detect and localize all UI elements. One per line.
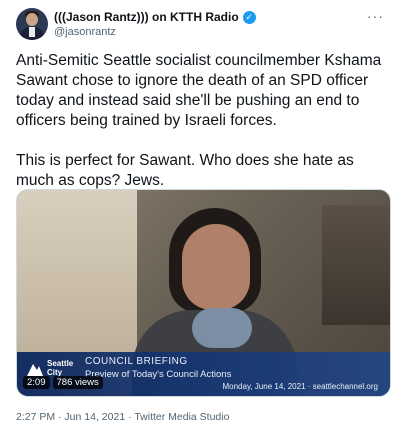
video-person-face: [182, 224, 250, 310]
meta-separator: ·: [125, 411, 135, 423]
avatar-head: [26, 13, 38, 26]
lower-third-banner: Seattle City COUNCIL BRIEFING Preview of…: [17, 352, 390, 396]
lower-third-date: Monday, June 14, 2021 · seattlechannel.o…: [222, 382, 378, 391]
verified-badge-icon: ✓: [242, 10, 256, 24]
display-name[interactable]: (((Jason Rantz))) on KTTH Radio: [54, 10, 239, 24]
avatar-shirt: [29, 27, 35, 37]
more-dots-icon[interactable]: ···: [367, 8, 384, 24]
user-handle[interactable]: @jasonrantz: [54, 26, 116, 38]
video-badges: 2:09 786 views: [23, 376, 103, 389]
video-views: 786 views: [52, 376, 103, 389]
tweet-text: Anti-Semitic Seattle socialist councilme…: [16, 52, 382, 189]
video-person-scarf: [192, 308, 252, 348]
avatar[interactable]: [16, 8, 48, 40]
tweet-source[interactable]: Twitter Media Studio: [134, 411, 229, 423]
tweet-card: (((Jason Rantz))) on KTTH Radio ✓ @jason…: [0, 0, 402, 425]
logo-graphic: [27, 364, 43, 376]
lower-third-subtitle: Preview of Today's Council Actions: [85, 369, 232, 380]
tweet-meta: 2:27 PM · Jun 14, 2021 · Twitter Media S…: [16, 411, 229, 423]
video-duration: 2:09: [23, 376, 50, 389]
video-player[interactable]: Seattle City COUNCIL BRIEFING Preview of…: [16, 189, 391, 397]
lower-third-title: COUNCIL BRIEFING: [85, 356, 188, 367]
name-line: (((Jason Rantz))) on KTTH Radio ✓: [54, 10, 256, 24]
tweet-header: (((Jason Rantz))) on KTTH Radio ✓ @jason…: [16, 8, 392, 48]
tweet-timestamp[interactable]: 2:27 PM · Jun 14, 2021: [16, 411, 125, 423]
logo-text: Seattle City: [47, 359, 74, 377]
video-background-frame: [322, 205, 390, 325]
